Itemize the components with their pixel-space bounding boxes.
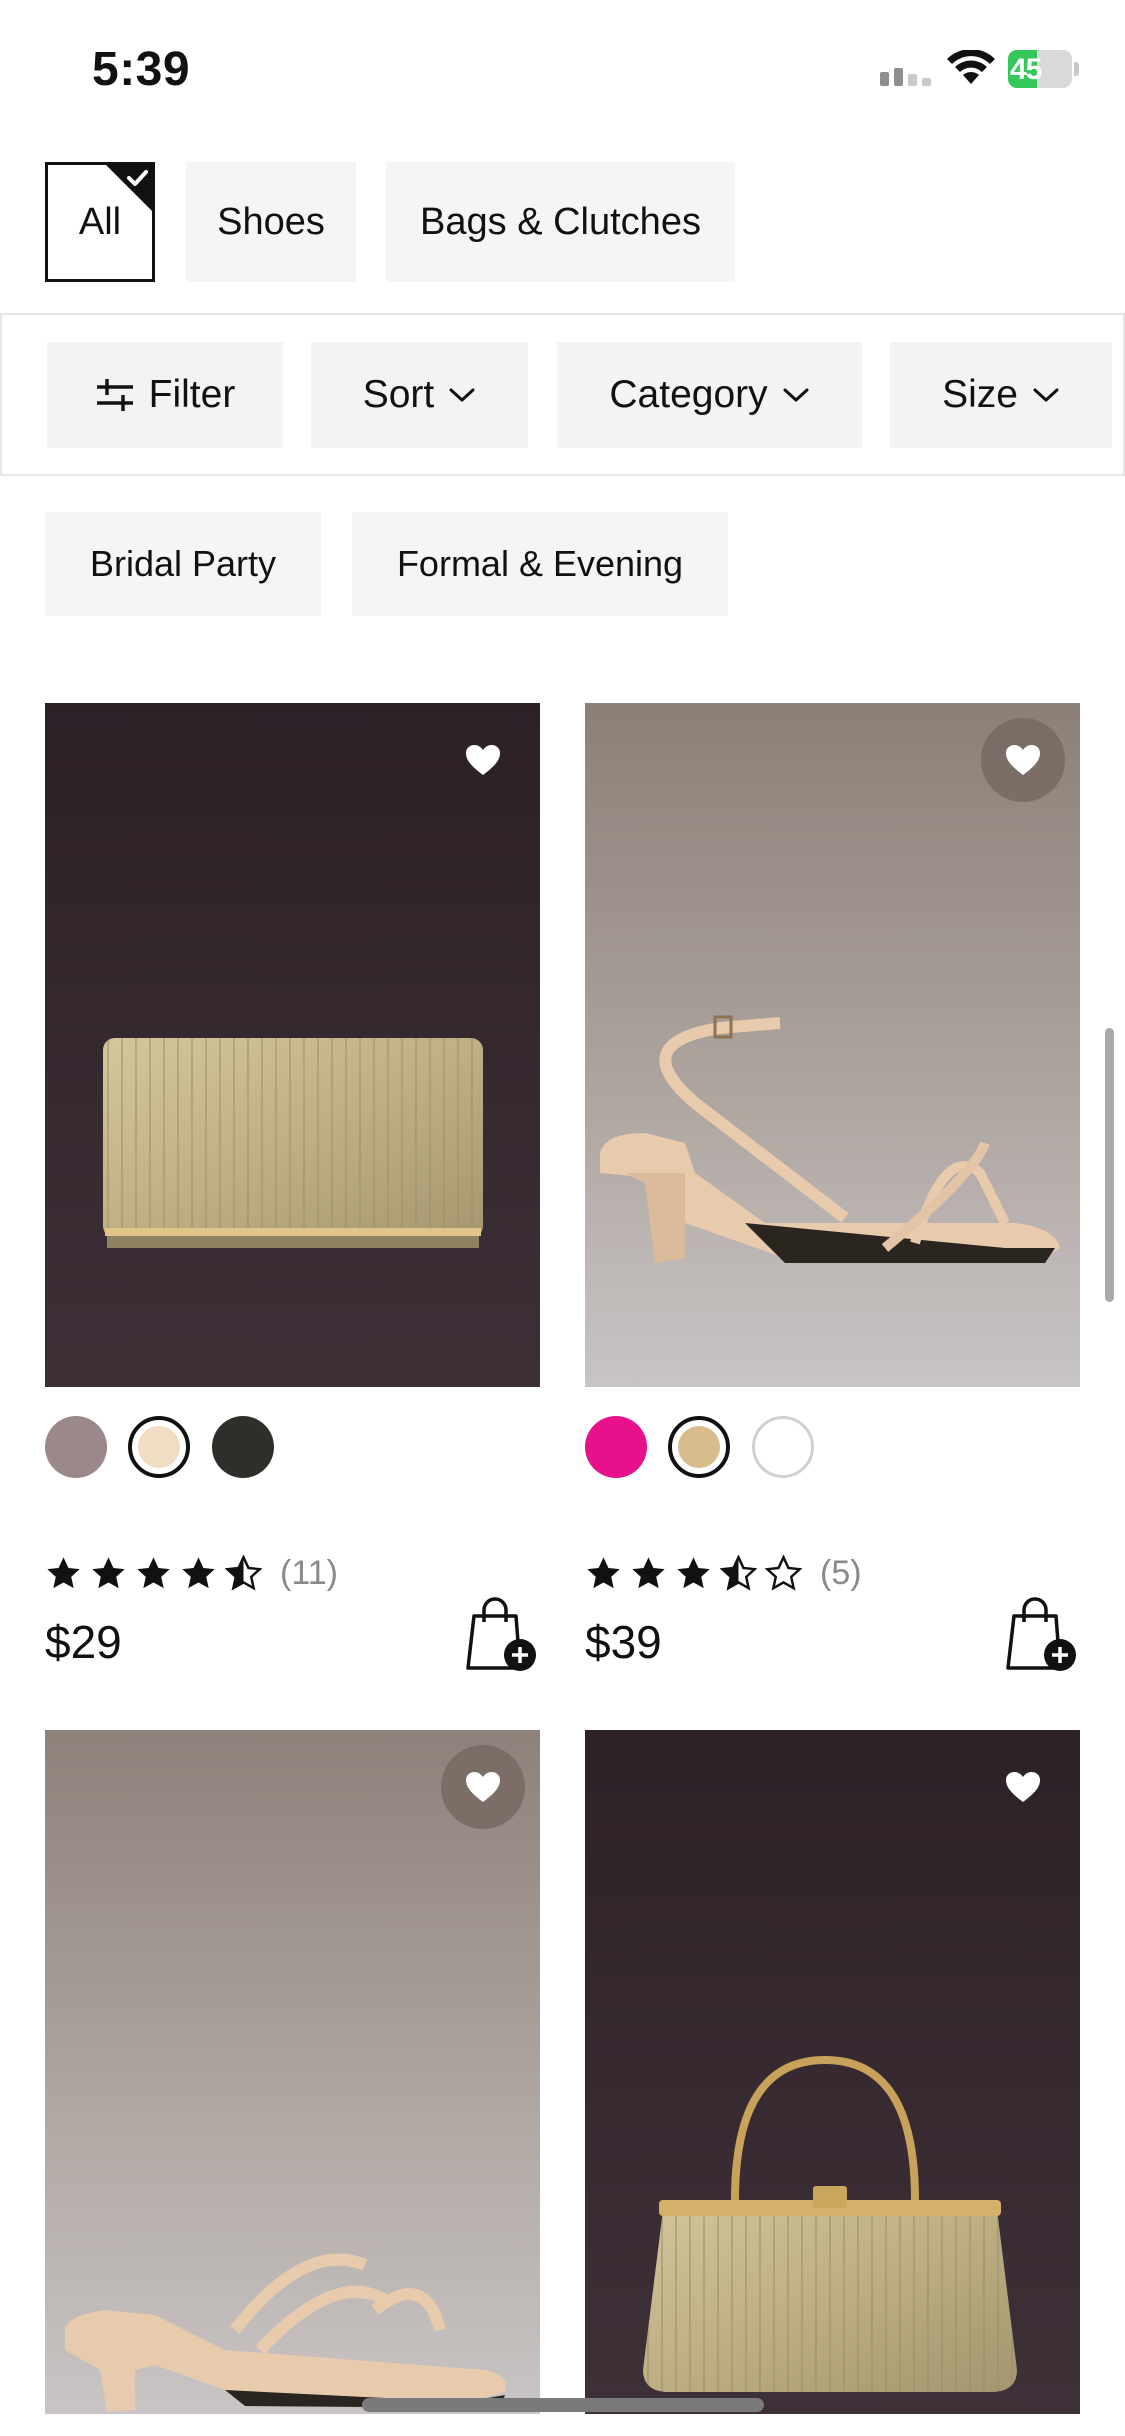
filter-label: Filter: [148, 373, 236, 416]
status-time: 5:39: [92, 43, 191, 96]
sort-dropdown[interactable]: Sort: [311, 342, 528, 448]
tab-shoes-label: Shoes: [217, 200, 325, 243]
rating: (11): [45, 1554, 338, 1593]
battery-icon: 45: [1008, 50, 1079, 88]
star-icon: [632, 1557, 665, 1589]
chevron-down-icon: [783, 388, 809, 402]
mule-illustration: [45, 1730, 540, 2414]
size-dropdown[interactable]: Size: [890, 342, 1112, 448]
tab-bags-clutches-label: Bags & Clutches: [420, 200, 701, 243]
home-indicator[interactable]: [362, 2398, 764, 2412]
chevron-down-icon: [449, 388, 475, 402]
wishlist-button[interactable]: [981, 1745, 1065, 1829]
wishlist-button[interactable]: [981, 718, 1065, 802]
star-icon: [47, 1557, 80, 1589]
heart-icon: [1006, 745, 1040, 775]
tab-bags-clutches[interactable]: Bags & Clutches: [386, 162, 735, 282]
wifi-icon: [947, 50, 995, 84]
handbag-illustration: [585, 1730, 1080, 2414]
sliders-icon: [96, 379, 133, 411]
product-price: $29: [45, 1616, 122, 1668]
shopping-bag-add-icon[interactable]: [1004, 1594, 1080, 1674]
star-icon: [92, 1557, 125, 1589]
heart-icon: [1006, 1772, 1040, 1802]
product-image-sandal[interactable]: [585, 703, 1080, 1387]
heart-icon: [466, 1772, 500, 1802]
selected-check-icon: [103, 162, 155, 214]
category-label: Category: [609, 373, 768, 416]
battery-percent: 45: [1010, 53, 1042, 86]
filter-bar: Filter Sort Category Size: [0, 313, 1125, 476]
cellular-signal-icon: [880, 68, 931, 86]
star-icon: [137, 1557, 170, 1589]
category-dropdown[interactable]: Category: [557, 342, 862, 448]
product-image-handbag[interactable]: [585, 1730, 1080, 2414]
size-label: Size: [942, 373, 1018, 416]
shopping-bag-add-icon[interactable]: [464, 1594, 540, 1674]
star-icon: [182, 1557, 215, 1589]
sandal-illustration: [585, 703, 1080, 1387]
chip-bridal-party[interactable]: Bridal Party: [45, 512, 321, 616]
wishlist-button[interactable]: [441, 1745, 525, 1829]
tab-shoes[interactable]: Shoes: [186, 162, 356, 282]
color-swatch[interactable]: [212, 1416, 274, 1478]
clutch-illustration: [45, 703, 540, 1387]
review-count: (11): [280, 1554, 338, 1592]
scrollbar[interactable]: [1105, 1028, 1114, 1302]
color-swatch-selected[interactable]: [668, 1416, 730, 1478]
heart-icon: [466, 745, 500, 775]
chip-formal-evening-label: Formal & Evening: [396, 543, 684, 584]
color-swatch[interactable]: [752, 1416, 814, 1478]
tab-all[interactable]: All: [45, 162, 155, 282]
color-swatch[interactable]: [45, 1416, 107, 1478]
status-bar: 5:39 45: [0, 0, 1125, 140]
chip-bridal-party-label: Bridal Party: [89, 543, 277, 584]
color-swatch[interactable]: [585, 1416, 647, 1478]
chevron-down-icon: [1033, 388, 1059, 402]
star-icon: [587, 1557, 620, 1589]
product-price: $39: [585, 1616, 662, 1668]
color-swatch-selected[interactable]: [128, 1416, 190, 1478]
star-half-icon: [720, 1555, 757, 1591]
star-half-icon: [225, 1555, 262, 1591]
filter-button[interactable]: Filter: [47, 342, 283, 448]
rating: (5): [585, 1554, 862, 1593]
wishlist-button[interactable]: [441, 718, 525, 802]
chip-formal-evening[interactable]: Formal & Evening: [352, 512, 728, 616]
product-image-clutch[interactable]: [45, 703, 540, 1387]
star-icon: [677, 1557, 710, 1589]
sort-label: Sort: [362, 373, 435, 416]
star-empty-icon: [765, 1555, 802, 1591]
review-count: (5): [820, 1554, 862, 1592]
product-image-mule[interactable]: [45, 1730, 540, 2414]
